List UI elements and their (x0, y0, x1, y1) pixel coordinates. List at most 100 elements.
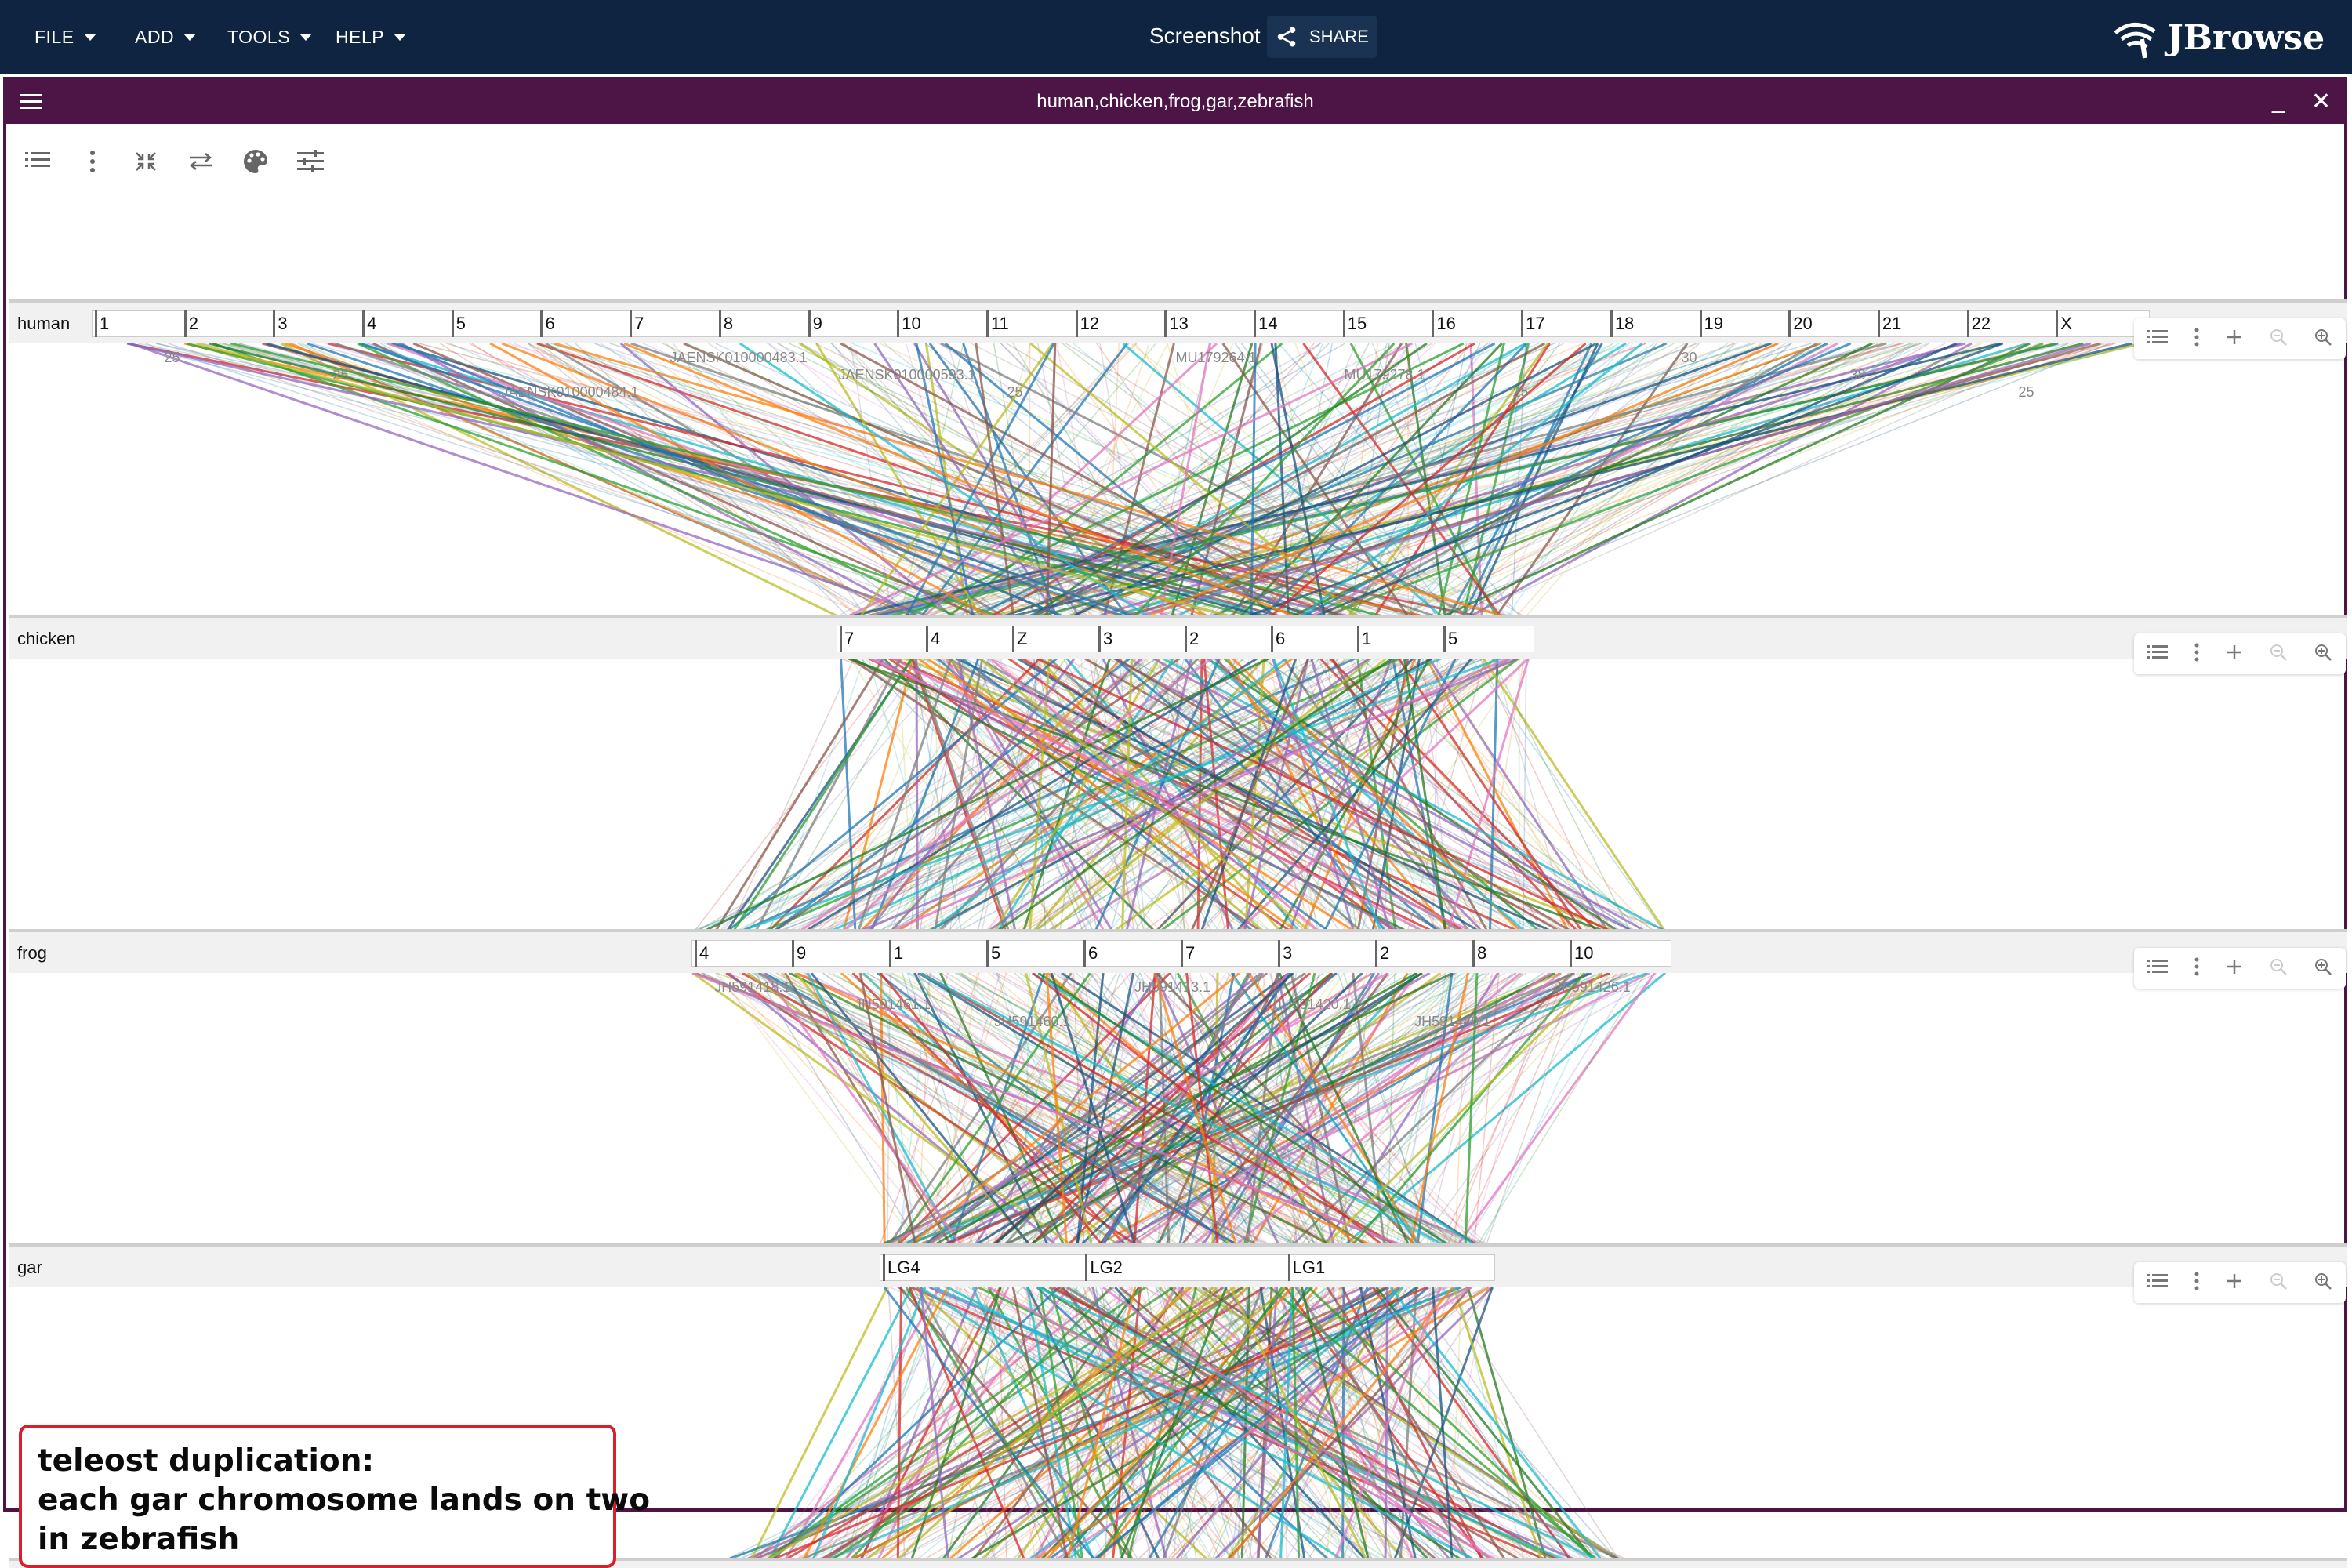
zoom-in-icon[interactable] (2314, 1272, 2332, 1294)
chromosome-label[interactable]: 20 (1793, 314, 1812, 334)
chromosome-label[interactable]: 13 (1169, 314, 1188, 334)
chromosome-label[interactable]: 9 (797, 943, 806, 964)
app-bar: FILE ADD TOOLS HELP Screenshot SHARE JBr… (0, 0, 2352, 74)
chromosome-label[interactable]: 2 (189, 314, 198, 334)
chromosome-label[interactable]: 9 (813, 314, 822, 334)
track-toolbar (2134, 1262, 2346, 1303)
chromosome-label[interactable]: 1 (894, 943, 903, 964)
chromosome-label[interactable]: 8 (1477, 943, 1486, 964)
chromosome-boundary (1287, 1254, 1290, 1281)
chromosome-boundary (1357, 626, 1359, 652)
chromosome-boundary (889, 940, 891, 967)
chromosome-boundary (1432, 310, 1435, 337)
swap-icon[interactable] (185, 146, 216, 177)
chromosome-label[interactable]: 17 (1526, 314, 1544, 334)
chromosome-label[interactable]: X (2060, 314, 2072, 334)
chromosome-label[interactable]: 4 (931, 629, 940, 649)
chromosome-boundary (1164, 310, 1167, 337)
tune-icon[interactable] (295, 146, 326, 177)
chromosome-label[interactable]: 3 (1283, 943, 1292, 964)
chromosome-label[interactable]: Z (1017, 629, 1027, 649)
zoom-in-plus-icon[interactable] (2226, 958, 2243, 979)
chromosome-label[interactable]: 6 (1276, 629, 1285, 649)
menu-help[interactable]: HELP (336, 17, 407, 56)
chromosome-label[interactable]: 10 (1574, 943, 1593, 964)
chromosome-label[interactable]: 19 (1704, 314, 1723, 334)
chromosome-label[interactable]: 2 (1380, 943, 1389, 964)
close-icon[interactable]: ✕ (2311, 88, 2331, 115)
zoom-in-plus-icon[interactable] (2226, 1272, 2243, 1294)
chromosome-label[interactable]: LG2 (1090, 1258, 1123, 1278)
chromosome-label[interactable]: 5 (456, 314, 466, 334)
track-list-icon[interactable] (2147, 644, 2168, 665)
chromosome-label[interactable]: LG4 (887, 1258, 920, 1278)
chromosome-boundary (2056, 310, 2059, 337)
chromosome-label[interactable]: 2 (1189, 629, 1199, 649)
chromosome-label[interactable]: 21 (1882, 314, 1901, 334)
chromosome-label[interactable]: 10 (902, 314, 920, 334)
chromosome-label[interactable]: 16 (1436, 314, 1455, 334)
chromosome-boundary (451, 310, 454, 337)
chromosome-label[interactable]: 8 (724, 314, 733, 334)
minimize-icon[interactable]: _ (2272, 88, 2285, 114)
share-button[interactable]: SHARE (1267, 16, 1377, 58)
menu-add[interactable]: ADD (135, 17, 197, 56)
scaffold-label: JH591461.1 (854, 996, 931, 1012)
chromosome-label[interactable]: 22 (1972, 314, 1991, 334)
chromosome-boundary (695, 940, 697, 967)
chromosome-boundary (1521, 310, 1524, 337)
menu-tools[interactable]: TOOLS (227, 17, 313, 56)
chromosome-label[interactable]: 5 (1448, 629, 1457, 649)
more-vert-icon[interactable] (2194, 328, 2200, 350)
zoom-in-icon[interactable] (2314, 957, 2332, 980)
more-vert-icon[interactable] (2194, 957, 2200, 980)
menu-file[interactable]: FILE (34, 17, 96, 56)
chromosome-label[interactable]: 3 (278, 314, 287, 334)
zoom-in-icon[interactable] (2314, 328, 2332, 350)
zoom-out-icon[interactable] (2269, 643, 2288, 666)
chromosome-label[interactable]: 6 (1088, 943, 1098, 964)
zoom-in-plus-icon[interactable] (2226, 328, 2243, 350)
zoom-in-plus-icon[interactable] (2226, 644, 2243, 665)
chromosome-label[interactable]: 7 (1185, 943, 1195, 964)
track-toolbar (2134, 633, 2346, 674)
zoom-out-icon[interactable] (2269, 328, 2288, 350)
scaffold-label: 25 (164, 350, 180, 365)
more-vert-icon[interactable] (2194, 1272, 2200, 1294)
more-vert-icon[interactable] (2194, 643, 2200, 666)
chromosome-label[interactable]: 1 (100, 314, 109, 334)
genome-track-frog: frog 4 9 1 5 6 7 3 2 8 10 JH591418.1 JH591461.1 JH591… (9, 929, 2347, 1029)
track-list-icon[interactable] (22, 146, 53, 177)
chromosome-label[interactable]: 4 (367, 314, 376, 334)
chromosome-label[interactable]: 6 (545, 314, 554, 334)
track-list-icon[interactable] (2147, 958, 2168, 979)
session-title[interactable]: Screenshot (1149, 24, 1261, 49)
more-vert-icon[interactable] (77, 146, 108, 177)
palette-icon[interactable] (240, 146, 271, 177)
chromosome-label[interactable]: 4 (699, 943, 709, 964)
synteny-canvas[interactable]: human 1 2 3 4 5 6 7 8 9 10 11 12 13 14 15 16 17 18 19 20 21 22… (9, 198, 2347, 1568)
chromosome-label[interactable]: 1 (1362, 629, 1371, 649)
synteny-ribbon (726, 972, 1180, 1246)
track-list-icon[interactable] (2147, 1272, 2168, 1294)
collapse-icon[interactable] (130, 146, 162, 177)
chromosome-label[interactable]: 14 (1258, 314, 1277, 334)
chromosome-label[interactable]: 7 (844, 629, 854, 649)
chromosome-strip[interactable] (880, 1254, 1495, 1281)
chromosome-label[interactable]: 11 (991, 314, 1009, 334)
track-list-icon[interactable] (2147, 328, 2168, 350)
chromosome-label[interactable]: 18 (1615, 314, 1634, 334)
chromosome-label[interactable]: 5 (991, 943, 1000, 964)
zoom-out-icon[interactable] (2269, 957, 2288, 980)
chromosome-boundary (792, 940, 794, 967)
chromosome-label[interactable]: 15 (1348, 314, 1367, 334)
chromosome-label[interactable]: LG1 (1293, 1258, 1326, 1278)
chromosome-strip[interactable] (92, 310, 2150, 337)
zoom-in-icon[interactable] (2314, 643, 2332, 666)
zoom-out-icon[interactable] (2269, 1272, 2288, 1294)
chromosome-label[interactable]: 12 (1080, 314, 1099, 334)
chromosome-boundary (1085, 1254, 1088, 1281)
scaffold-label: JAENSK010000484.1 (501, 384, 639, 400)
chromosome-label[interactable]: 3 (1103, 629, 1112, 649)
chromosome-label[interactable]: 7 (634, 314, 644, 334)
